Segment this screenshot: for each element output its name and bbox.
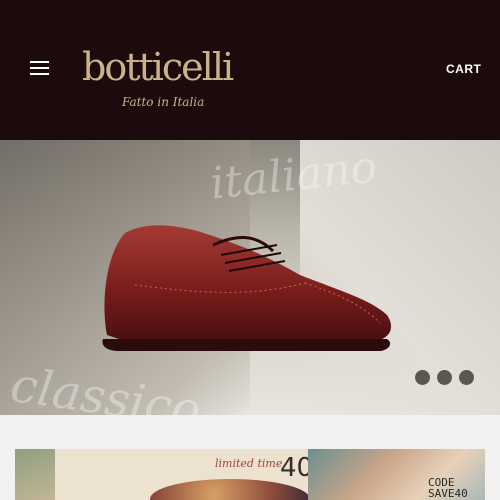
slider-dot-3[interactable] — [459, 370, 474, 385]
menu-icon-bar — [30, 73, 49, 75]
menu-icon-bar — [30, 61, 49, 63]
promo-image-right: CODE SAVE40 — [308, 449, 485, 500]
hero-slider: italiano classico — [0, 140, 500, 415]
shoe-upper — [104, 225, 392, 341]
promo-code: CODE SAVE40 — [428, 476, 468, 500]
shoe-image[interactable] — [95, 215, 405, 365]
menu-icon[interactable] — [28, 58, 52, 78]
promo-limited-text: limited time — [215, 457, 283, 470]
promo-banner[interactable]: limited time 40% CODE SAVE40 — [15, 449, 485, 500]
brand-logo-tagline: Fatto in Italia — [122, 95, 205, 109]
menu-icon-bar — [30, 67, 49, 69]
shoe-sole — [102, 339, 391, 351]
promo-panel: limited time 40% — [55, 449, 338, 500]
brand-logo-word: botticelli — [82, 45, 234, 89]
promo-image-left — [15, 449, 55, 500]
slider-dot-2[interactable] — [437, 370, 452, 385]
brand-logo[interactable]: botticelli Fatto in Italia — [82, 45, 242, 117]
slider-dot-1[interactable] — [415, 370, 430, 385]
site-header: botticelli Fatto in Italia CART — [0, 0, 500, 140]
cart-link[interactable]: CART — [446, 62, 481, 76]
